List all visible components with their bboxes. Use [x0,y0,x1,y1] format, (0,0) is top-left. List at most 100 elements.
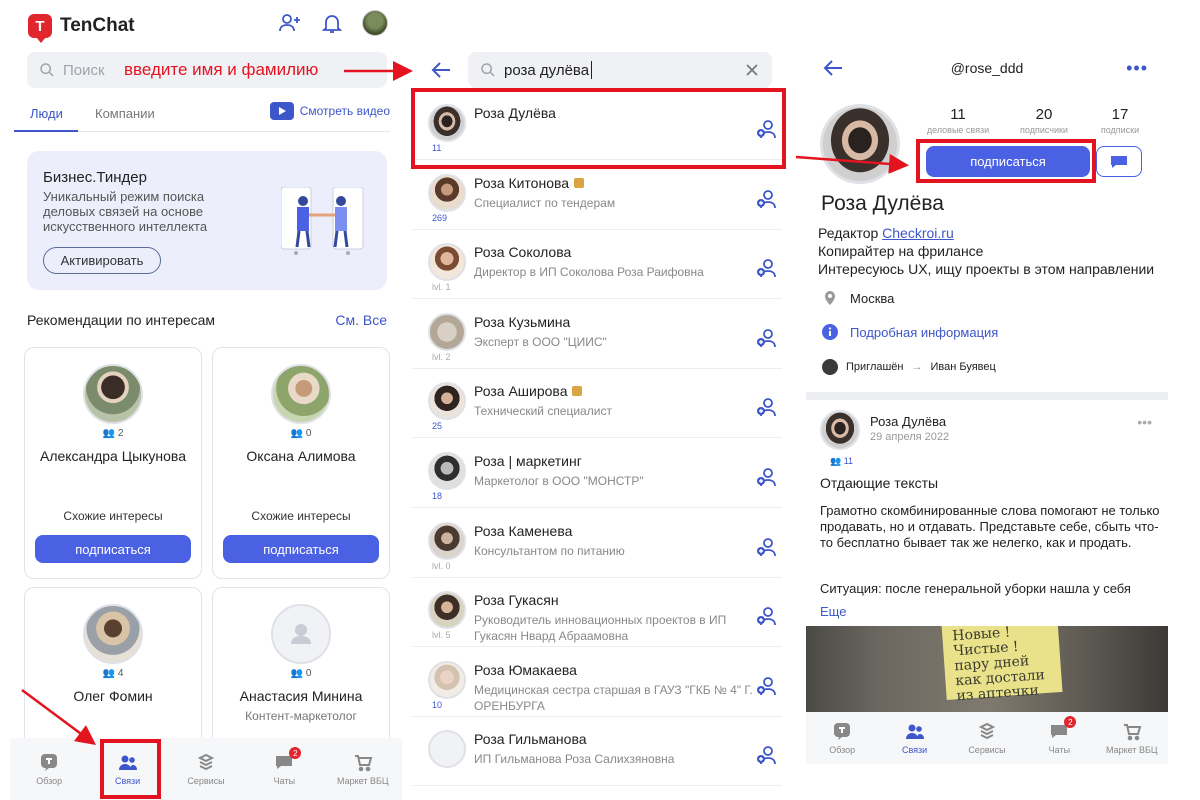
search-result-item[interactable]: 269 Роза Китонова Специалист по тендерам [412,160,782,230]
stat-following[interactable]: 17 подписки [1080,106,1160,135]
app-logo[interactable]: T TenChat [28,14,135,43]
add-connection-icon[interactable] [756,466,778,488]
recommendations-title: Рекомендации по интересам [27,312,216,328]
subscribe-button[interactable]: подписаться [223,535,379,563]
post-photo[interactable]: Новые ! Чистые ! пару дней как достали и… [806,626,1168,712]
tab-companies[interactable]: Компании [95,106,155,121]
avatar [83,604,143,664]
watch-video-label: Смотреть видео [299,104,390,118]
search-result-item[interactable]: lvl. 0 Роза Каменева Консультантом по пита… [412,508,782,578]
add-connection-icon[interactable] [756,257,778,279]
profile-avatar[interactable] [820,104,900,184]
stat-value: 20 [1035,106,1053,123]
add-connection-icon[interactable] [756,188,778,210]
nav-market[interactable]: Маркет ВБЦ [328,752,398,786]
result-name: Роза Аширова [474,383,583,399]
video-play-icon [269,102,294,120]
nav-market[interactable]: Маркет ВБЦ [1097,721,1167,755]
person-name: Анастасия Минина [239,688,363,704]
post-author[interactable]: Роза Дулёва [870,414,946,429]
result-avatar [428,730,466,769]
nav-overview[interactable]: Обзор [807,721,877,755]
post-body-continued: Ситуация: после генеральной уборки нашла… [820,581,1131,596]
stat-connections[interactable]: 11 деловые связи [918,106,998,135]
nav-chats[interactable]: 2 Чаты [249,747,319,786]
result-name-text: Роза Соколова [474,244,572,261]
invited-label: Приглашён [846,361,904,373]
person-name: Оксана Алимова [246,448,356,464]
result-subtitle: Директор в ИП Соколова Роза Раифовна [474,265,704,280]
more-options-icon[interactable]: ••• [1126,58,1148,79]
search-result-item[interactable]: 10 Роза Юмакаева Медицинская сестра старша… [412,647,782,717]
details-link[interactable]: Подробная информация [850,325,998,340]
search-result-item[interactable]: 18 Роза | маркетинг Маркетолог в ООО "МОНС… [412,438,782,508]
result-connections-count: 25 [432,421,443,432]
recommendation-card[interactable]: 👥 2 Александра Цыкунова Схожие интересы … [24,347,202,579]
result-avatar [428,312,466,351]
sticky-note-photo-text: Новые ! Чистые ! пару дней как достали и… [941,626,1063,704]
tenchat-logo-icon: T [28,14,52,43]
recommendation-card[interactable]: 👥 0 Оксана Алимова Схожие интересы подпи… [212,347,390,579]
subscribe-button[interactable]: подписаться [35,535,191,563]
avatar-placeholder [271,604,331,664]
person-title: Контент-маркетолог [245,709,357,723]
stat-followers[interactable]: 20 подписчики [1004,106,1084,135]
add-connection-icon[interactable] [756,327,778,349]
result-avatar [428,243,466,282]
add-connection-icon[interactable] [756,675,778,697]
search-result-item[interactable]: lvl. 2 Роза Кузьмина Эксперт в ООО "ЦИИС" [412,299,782,369]
nav-overview-label: Обзор [829,745,856,755]
bio-link[interactable]: Checkroi.ru [882,225,954,241]
similar-interests-label: Схожие интересы [63,509,163,523]
bell-icon[interactable] [320,11,344,35]
read-more-link[interactable]: Еще [820,604,846,619]
invited-row: Приглашён → Иван Буявец [822,359,996,375]
post-author-avatar[interactable] [820,410,860,450]
clear-icon[interactable] [744,62,760,78]
search-icon [40,63,54,77]
inviter-name[interactable]: Иван Буявец [931,361,996,373]
profile-screen: @rose_ddd ••• 11 деловые связи 20 подпис… [806,0,1168,800]
result-connections-count: 10 [432,699,443,710]
highlight-box-first-result [411,88,786,169]
nav-connections-label: Связи [901,745,928,755]
nav-chats[interactable]: 2 Чаты [1024,716,1094,755]
add-connection-icon[interactable] [756,744,778,766]
result-avatar [428,660,466,699]
nav-services[interactable]: Сервисы [171,752,241,786]
header-actions [278,10,388,36]
search-input[interactable]: роза дулёва [468,52,772,88]
similar-interests-label: Схожие интересы [251,509,351,523]
message-button[interactable] [1096,146,1142,177]
result-name: Роза Гукасян [474,592,559,608]
search-result-item[interactable]: lvl. 5 Роза Гукасян Руководитель инновацио… [412,577,782,648]
nav-connections[interactable]: Связи [880,721,950,755]
search-value: роза дулёва [504,61,590,79]
add-user-icon[interactable] [278,11,302,35]
person-name: Олег Фомин [73,688,153,704]
tab-people[interactable]: Люди [30,106,63,121]
nav-market-label: Маркет ВБЦ [1105,745,1158,755]
search-result-item[interactable]: Роза Гильманова ИП Гильманова Роза Салихз… [412,716,782,787]
add-connection-icon[interactable] [756,536,778,558]
search-result-item[interactable]: lvl. 1 Роза Соколова Директор в ИП Соколов… [412,229,782,300]
result-name-text: Роза Гильманова [474,731,587,748]
nav-services[interactable]: Сервисы [952,721,1022,755]
profile-avatar[interactable] [362,10,388,36]
nav-services-label: Сервисы [968,745,1006,755]
details-row[interactable]: Подробная информация [822,324,998,340]
see-all-link[interactable]: См. Все [335,312,387,328]
bottom-navigation: Обзор Связи Сервисы 2 Чаты Маркет ВБЦ [10,738,402,800]
post-more-icon[interactable]: ••• [1137,414,1152,430]
nav-overview[interactable]: Обзор [14,752,84,786]
add-connection-icon[interactable] [756,396,778,418]
watch-video-button[interactable]: Смотреть видео [269,102,390,120]
back-arrow-icon[interactable] [430,60,452,80]
profile-header: @rose_ddd ••• [806,56,1168,80]
add-connection-icon[interactable] [756,605,778,627]
connections-count: 👥 0 [290,668,312,679]
activate-button[interactable]: Активировать [43,247,161,274]
handshake-illustration-icon [281,187,364,255]
search-result-item[interactable]: 25 Роза Аширова Технический специалист [412,368,782,439]
stat-label: деловые связи [926,125,990,135]
